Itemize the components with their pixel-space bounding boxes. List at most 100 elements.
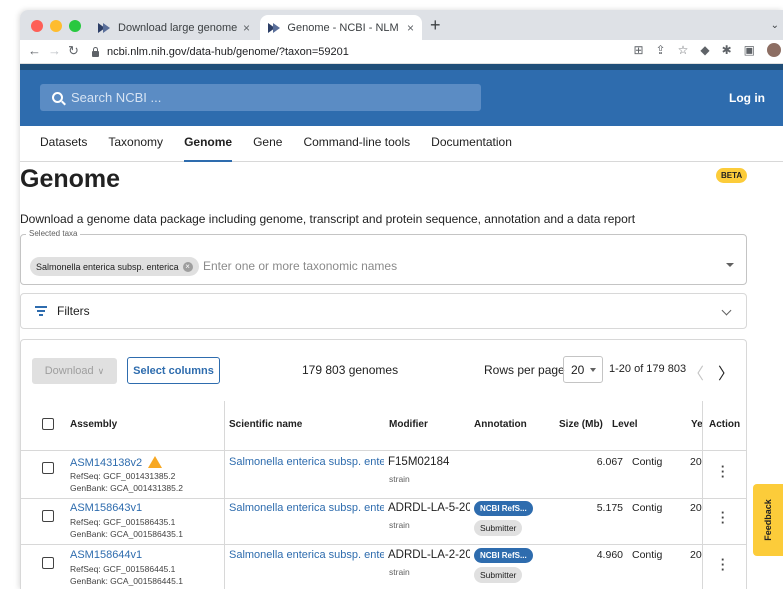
close-tab-icon[interactable]: × xyxy=(407,21,414,35)
address-bar[interactable]: ncbi.nlm.nih.gov/data-hub/genome/?taxon=… xyxy=(88,42,608,62)
previous-page-icon[interactable]: 〈 xyxy=(688,360,704,384)
taxa-input-placeholder[interactable]: Enter one or more taxonomic names xyxy=(203,259,397,273)
row-checkbox[interactable] xyxy=(42,510,54,522)
reload-icon[interactable]: ↻ xyxy=(68,43,79,59)
taxon-chip: Salmonella enterica subsp. enterica × xyxy=(30,257,199,276)
more-actions-icon[interactable]: · · · xyxy=(720,553,726,576)
refseq-accession: RefSeq: GCF_001431385.2 xyxy=(70,471,176,481)
subnav-taxonomy[interactable]: Taxonomy xyxy=(108,126,163,162)
sidepanel-icon[interactable]: ▣ xyxy=(744,43,755,57)
profile-avatar[interactable] xyxy=(767,43,781,57)
scientific-name-link[interactable]: Salmonella enterica subsp. ente xyxy=(229,456,384,468)
browser-tab-download[interactable]: Download large genome data p × xyxy=(90,15,258,40)
browser-tab-genome[interactable]: Genome - NCBI - NLM × xyxy=(260,15,422,40)
tab-search-chevron-icon[interactable]: ⌄ xyxy=(771,20,779,31)
modifier-value: ADRDL-LA-2-20 xyxy=(388,549,470,561)
row-checkbox[interactable] xyxy=(42,462,54,474)
modifier-value: F15M02184 xyxy=(388,456,450,468)
level-value: Contig xyxy=(632,549,663,561)
chevron-down-icon[interactable] xyxy=(721,305,732,316)
year-value: 20 xyxy=(690,456,702,468)
feedback-button[interactable]: Feedback xyxy=(753,484,783,556)
maximize-window-button[interactable] xyxy=(69,20,81,32)
more-actions-icon[interactable]: · · · xyxy=(720,506,726,529)
column-header-level[interactable]: Level xyxy=(612,419,638,430)
dropdown-caret-icon[interactable] xyxy=(726,263,734,267)
caret-down-icon xyxy=(590,367,597,372)
extension-icon[interactable]: ◆ xyxy=(700,43,709,57)
scientific-name-link[interactable]: Salmonella enterica subsp. ente xyxy=(229,549,384,561)
column-header-assembly[interactable]: Assembly xyxy=(70,419,117,430)
warning-icon xyxy=(148,456,163,468)
column-header-annotation[interactable]: Annotation xyxy=(474,419,527,430)
bookmark-star-icon[interactable]: ☆ xyxy=(678,43,689,57)
refseq-accession: RefSeq: GCF_001586445.1 xyxy=(70,564,176,574)
url-text: ncbi.nlm.nih.gov/data-hub/genome/?taxon=… xyxy=(107,46,349,58)
level-value: Contig xyxy=(632,502,663,514)
lock-icon xyxy=(92,46,99,57)
column-header-scientific-name[interactable]: Scientific name xyxy=(229,419,302,430)
column-header-modifier[interactable]: Modifier xyxy=(389,419,428,430)
scientific-name-link[interactable]: Salmonella enterica subsp. ente xyxy=(229,502,384,514)
close-tab-icon[interactable]: × xyxy=(243,21,250,35)
sub-navigation: Datasets Taxonomy Genome Gene Command-li… xyxy=(20,126,783,162)
column-header-year[interactable]: Ye xyxy=(691,419,702,430)
rows-per-page-select[interactable]: 20 xyxy=(563,356,603,383)
minimize-window-button[interactable] xyxy=(50,20,62,32)
row-checkbox[interactable] xyxy=(42,557,54,569)
translate-icon[interactable]: ⊞ xyxy=(633,43,643,57)
filters-accordion[interactable]: Filters xyxy=(20,293,747,329)
year-value: 20 xyxy=(690,549,702,561)
subnav-documentation[interactable]: Documentation xyxy=(431,126,512,162)
puzzle-icon[interactable]: ✱ xyxy=(722,43,732,57)
tab-title: Genome - NCBI - NLM xyxy=(287,21,399,34)
subnav-genome[interactable]: Genome xyxy=(184,126,233,162)
back-arrow-icon[interactable]: ← xyxy=(28,43,41,58)
assembly-link[interactable]: ASM158643v1 xyxy=(70,502,142,514)
subnav-command-line-tools[interactable]: Command-line tools xyxy=(303,126,410,162)
modifier-type: strain xyxy=(389,567,410,577)
modifier-type: strain xyxy=(389,474,410,484)
download-button[interactable]: Download ∨ xyxy=(32,358,117,384)
table-row: ASM143138v2 RefSeq: GCF_001431385.2 GenB… xyxy=(21,452,746,499)
page-title: Genome xyxy=(20,165,121,193)
more-actions-icon[interactable]: · · · xyxy=(720,460,726,483)
column-header-size[interactable]: Size (Mb) xyxy=(559,419,603,430)
chevron-down-icon: ∨ xyxy=(97,365,105,376)
submitter-badge: Submitter xyxy=(474,520,523,536)
new-tab-button[interactable]: + xyxy=(430,15,441,36)
page-subtitle: Download a genome data package including… xyxy=(20,212,636,226)
table-row: ASM158643v1 RefSeq: GCF_001586435.1 GenB… xyxy=(21,498,746,545)
ncbi-search-input[interactable]: Search NCBI ... xyxy=(40,84,481,111)
genbank-accession: GenBank: GCA_001431385.2 xyxy=(70,483,183,493)
remove-chip-icon[interactable]: × xyxy=(182,261,193,272)
level-value: Contig xyxy=(632,456,663,468)
ncbi-refseq-badge: NCBI RefS... xyxy=(474,501,533,516)
subnav-datasets[interactable]: Datasets xyxy=(40,126,87,162)
taxa-legend: Selected taxa xyxy=(26,229,81,238)
share-icon[interactable]: ⇪ xyxy=(656,43,666,57)
search-placeholder: Search NCBI ... xyxy=(71,90,162,105)
year-value: 20 xyxy=(690,502,702,514)
select-columns-button[interactable]: Select columns xyxy=(127,357,220,384)
tab-title: Download large genome data p xyxy=(118,21,237,34)
feedback-label: Feedback xyxy=(763,499,773,541)
select-all-checkbox[interactable] xyxy=(42,418,54,430)
ncbi-favicon-icon xyxy=(98,22,111,33)
genbank-accession: GenBank: GCA_001586445.1 xyxy=(70,576,183,586)
close-window-button[interactable] xyxy=(31,20,43,32)
table-row: ASM158644v1 RefSeq: GCF_001586445.1 GenB… xyxy=(21,545,746,589)
toolbar-icons: ⊞ ⇪ ☆ ◆ ✱ ▣ xyxy=(633,43,781,57)
subnav-gene[interactable]: Gene xyxy=(253,126,282,162)
rows-per-page-label: Rows per page xyxy=(484,363,565,377)
ncbi-refseq-badge: NCBI RefS... xyxy=(474,548,533,563)
assembly-link[interactable]: ASM158644v1 xyxy=(70,549,142,561)
login-link[interactable]: Log in xyxy=(729,91,765,105)
next-page-icon[interactable]: 〉 xyxy=(718,360,734,384)
pagination-range: 1-20 of 179 803 xyxy=(609,363,687,375)
forward-arrow-icon[interactable]: → xyxy=(48,43,61,58)
refseq-accession: RefSeq: GCF_001586435.1 xyxy=(70,517,176,527)
assembly-link[interactable]: ASM143138v2 xyxy=(70,456,163,469)
selected-taxa-field[interactable]: Selected taxa Salmonella enterica subsp.… xyxy=(20,229,747,285)
download-label: Download xyxy=(44,365,94,377)
